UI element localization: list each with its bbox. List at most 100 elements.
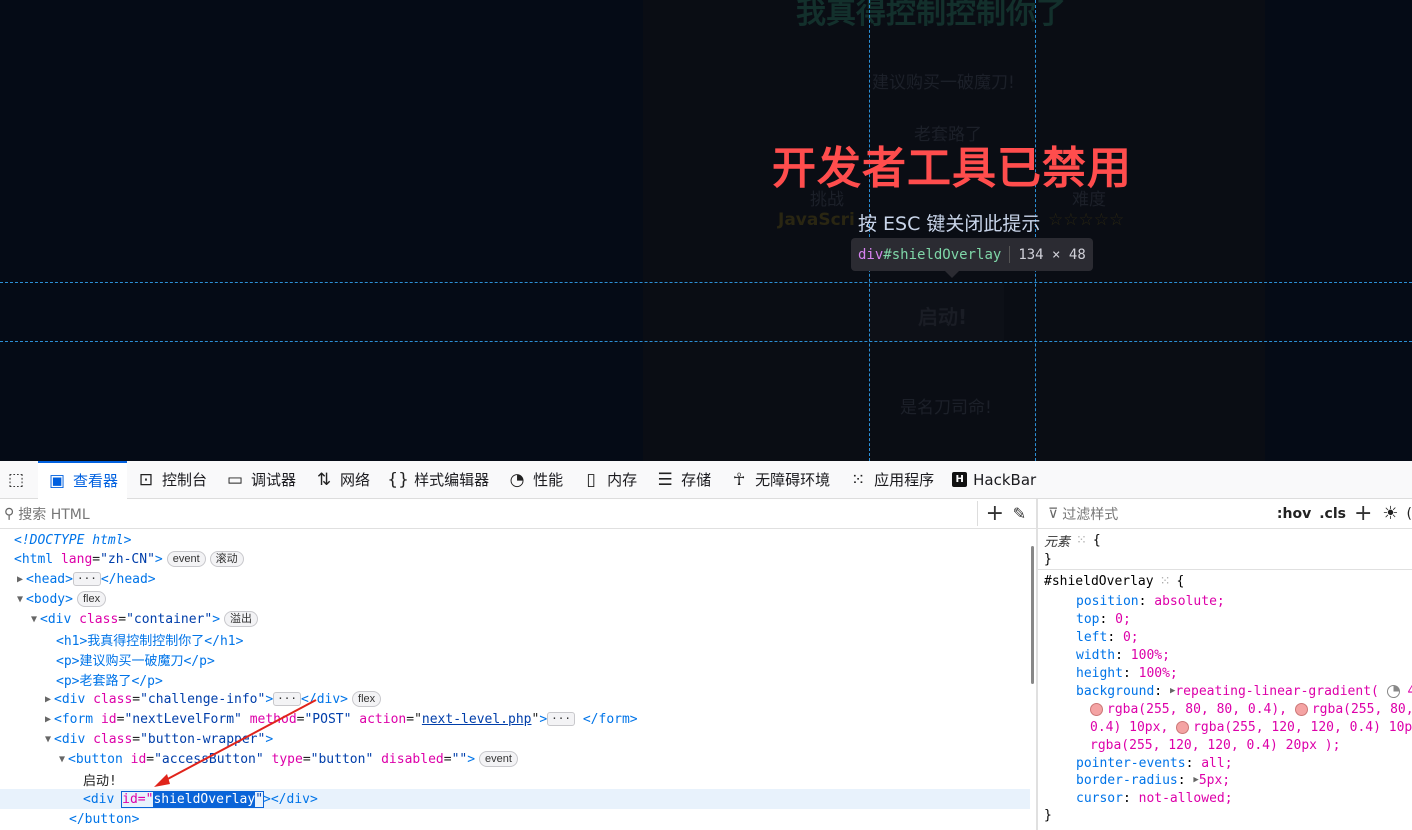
prop-name: border-radius	[1076, 772, 1178, 788]
prop-value: not-allowed;	[1138, 790, 1233, 806]
bg-line-1: rgba(255, 80, 80, 0.4), rgba(255, 80,	[1090, 700, 1412, 718]
rule-close-brace: }	[1044, 551, 1052, 567]
grid-icon[interactable]: ⁙	[1160, 574, 1171, 589]
pick-element-button[interactable]: ⬚	[0, 461, 38, 499]
storage-icon: ☰	[657, 469, 673, 490]
tab-network[interactable]: ⇅ 网络	[305, 461, 379, 499]
devtools-toolbar: ⬚ ▣ 查看器 ⊡ 控制台 ▭ 调试器 ⇅ 网络 {} 样式编辑器 ◔ 性能 ▯ 内存 ☰ 存储…	[0, 460, 1412, 499]
hackbar-icon: H	[952, 472, 968, 487]
tab-performance[interactable]: ◔ 性能	[498, 461, 572, 499]
tab-label: 调试器	[251, 471, 297, 489]
selector-text: #shieldOverlay	[1044, 573, 1154, 589]
tab-debugger[interactable]: ▭ 调试器	[216, 461, 305, 499]
angle-swatch-icon[interactable]	[1386, 684, 1400, 698]
prop-value: 0;	[1115, 611, 1131, 627]
rules-view: 元素 ⁙{ } #shieldOverlay ⁙{ position: absolu…	[1038, 530, 1412, 830]
angle-value: 45	[1407, 683, 1412, 699]
difficulty-stars: ☆☆☆☆☆	[1048, 210, 1125, 230]
eyedropper-icon[interactable]: ✎	[1013, 504, 1026, 523]
tab-storage[interactable]: ☰ 存储	[646, 461, 720, 499]
tab-label: 性能	[533, 471, 564, 489]
tooltip-separator	[1009, 246, 1011, 263]
prop-name: background	[1076, 683, 1155, 699]
inspector-icon: ▣	[48, 470, 66, 491]
prop-value: 100%;	[1138, 665, 1178, 681]
tooltip-arrow	[944, 270, 960, 278]
tab-label: 存储	[681, 471, 712, 489]
prop-position[interactable]: position: absolute;	[1076, 592, 1225, 610]
color-swatch-icon[interactable]	[1294, 702, 1308, 716]
tab-inspector[interactable]: ▣ 查看器	[38, 460, 128, 499]
tab-style-editor[interactable]: {} 样式编辑器	[379, 461, 498, 499]
filter-styles-input[interactable]: 过滤样式	[1062, 504, 1277, 524]
prop-height[interactable]: height: 100%;	[1076, 664, 1178, 682]
prop-value: 5px;	[1198, 772, 1231, 788]
grid-icon[interactable]: ⁙	[1076, 533, 1087, 548]
element-rule[interactable]: 元素 ⁙{	[1044, 531, 1101, 550]
rule-close-brace: }	[1044, 807, 1052, 823]
prop-left[interactable]: left: 0;	[1076, 628, 1139, 646]
bg-value: 0.4) 10px,	[1090, 719, 1169, 735]
tab-hackbar[interactable]: H HackBar	[943, 461, 1045, 499]
search-icon: ⚲	[4, 505, 15, 522]
shield-rule-selector[interactable]: #shieldOverlay ⁙{	[1044, 572, 1184, 590]
tooltip-id: #shieldOverlay	[883, 246, 1002, 263]
tab-accessibility[interactable]: ☥ 无障碍环境	[720, 461, 839, 499]
challenge-value: JavaScri	[778, 210, 855, 230]
prop-width[interactable]: width: 100%;	[1076, 646, 1170, 664]
console-icon: ⊡	[138, 469, 154, 490]
tooltip-size: 134 × 48	[1018, 246, 1086, 263]
prop-border-radius[interactable]: border-radius: ▶ 5px;	[1076, 771, 1230, 789]
tab-application[interactable]: ⁙ 应用程序	[839, 461, 943, 499]
element-selector: 元素	[1044, 534, 1071, 550]
light-theme-icon[interactable]: ☀	[1382, 503, 1398, 524]
add-rule-button[interactable]: +	[1354, 501, 1372, 526]
prop-background[interactable]: background: ▶ repeating-linear-gradient( …	[1076, 682, 1412, 700]
guide-line-top	[0, 282, 1412, 283]
markup-view: <!DOCTYPE html> <html lang = "zh-CN" > even…	[0, 530, 1036, 830]
prop-name: top	[1076, 611, 1100, 627]
annotation-arrow	[154, 699, 317, 787]
application-icon: ⁙	[851, 469, 866, 490]
tab-memory[interactable]: ▯ 内存	[572, 461, 646, 499]
bg-line-3: rgba(255, 120, 120, 0.4) 20px );	[1090, 736, 1340, 754]
access-button-label: 启动!	[918, 305, 968, 329]
accessibility-icon: ☥	[732, 469, 746, 490]
hov-toggle[interactable]: :hov	[1277, 506, 1311, 522]
performance-icon: ◔	[509, 469, 525, 490]
guide-line-bottom	[0, 341, 1412, 342]
page-viewport: 我真得控制控制你了 建议购买一破魔刀! 老套路了 挑战 难度 JavaScri …	[0, 0, 1412, 461]
tab-label: 网络	[340, 471, 371, 489]
search-input[interactable]: 搜索 HTML	[18, 504, 976, 524]
style-editor-icon: {}	[387, 469, 409, 490]
esc-hint: 按 ESC 键关闭此提示	[858, 213, 1041, 235]
color-swatch-icon[interactable]	[1176, 720, 1190, 734]
prop-top[interactable]: top: 0;	[1076, 610, 1131, 628]
markup-scrollbar[interactable]	[1031, 546, 1034, 684]
tab-label: 控制台	[162, 471, 208, 489]
tab-label: 应用程序	[874, 471, 935, 489]
html-search-bar: ⚲ 搜索 HTML + ✎	[0, 499, 1036, 529]
tab-console[interactable]: ⊡ 控制台	[127, 461, 216, 499]
paragraph-1: 建议购买一破魔刀!	[872, 73, 1015, 93]
print-icon[interactable]: (	[1407, 506, 1412, 522]
prop-name: pointer-events	[1076, 755, 1186, 771]
prop-cursor[interactable]: cursor: not-allowed;	[1076, 789, 1233, 807]
prop-value: 100%;	[1130, 647, 1170, 663]
bg-value: rgba(255, 120, 120, 0.4) 10px	[1193, 719, 1412, 735]
cls-toggle[interactable]: .cls	[1319, 506, 1346, 522]
footer-text: 是名刀司命!	[900, 398, 992, 418]
tab-label: 内存	[607, 471, 638, 489]
rule-divider	[1038, 569, 1412, 570]
element-tooltip: div #shieldOverlay 134 × 48	[851, 238, 1093, 271]
color-swatch-icon[interactable]	[1090, 702, 1103, 716]
prop-name: width	[1076, 647, 1116, 663]
bg-line-2: 0.4) 10px, rgba(255, 120, 120, 0.4) 10px	[1090, 718, 1412, 736]
add-node-button[interactable]: +	[976, 501, 1004, 526]
tab-label: 样式编辑器	[414, 471, 490, 489]
debugger-icon: ▭	[227, 469, 244, 490]
prop-name: left	[1076, 629, 1108, 645]
bg-value: rgba(255, 80, 80, 0.4),	[1107, 701, 1288, 717]
prop-pointer-events[interactable]: pointer-events: all;	[1076, 754, 1233, 772]
tooltip-tag: div	[858, 246, 884, 263]
